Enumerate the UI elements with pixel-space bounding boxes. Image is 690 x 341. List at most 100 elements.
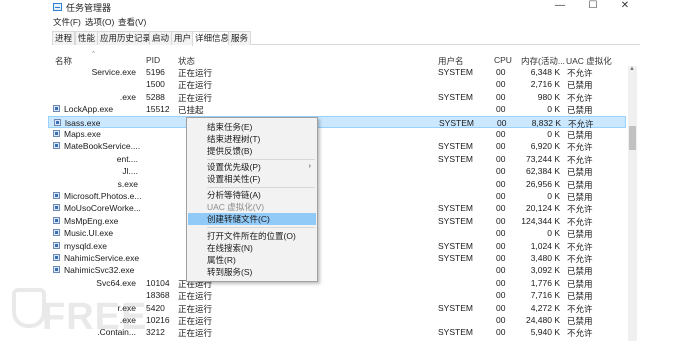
cell-memory: 62,384 K <box>525 166 560 177</box>
maximize-button[interactable]: ☐ <box>580 0 606 13</box>
menu-uac-virtualization: UAC 虚拟化(V) <box>207 202 265 212</box>
table-row[interactable]: Microsoft.Photos.e... 00 0 K 已禁用 <box>48 190 626 202</box>
close-button[interactable]: ✕ <box>612 0 638 13</box>
menu-separator <box>207 159 315 160</box>
cell-memory: 20,124 K <box>525 203 560 214</box>
menu-search-online[interactable]: 在线搜索(N) <box>188 242 316 254</box>
table-row[interactable]: .exe 5288 正在运行 SYSTEM 00 980 K 不允许 <box>48 91 626 103</box>
cell-memory: 0 K <box>547 129 560 139</box>
cell-name: MoUsoCoreWorke... <box>64 203 141 214</box>
table-row[interactable]: Music.UI.exe 00 0 K 已禁用 <box>48 227 626 239</box>
menu-provide-feedback[interactable]: 提供反馈(B) <box>188 145 316 157</box>
cell-cpu: 00 <box>496 67 506 77</box>
tab-app-history[interactable]: 应用历史记录 <box>97 31 155 45</box>
cell-memory: 6,920 K <box>530 141 560 152</box>
menu-set-priority[interactable]: 设置优先级(P) › <box>188 161 316 173</box>
table-row[interactable]: 1500 正在运行 00 2,716 K 已禁用 <box>48 78 626 90</box>
cell-cpu: 00 <box>496 215 506 226</box>
cell-pid: 15512 <box>146 104 170 115</box>
tab-performance[interactable]: 性能 <box>75 31 99 45</box>
cell-status: 正在运行 <box>178 68 213 78</box>
context-menu: 结束任务(E) 结束进程树(T) 提供反馈(B) 设置优先级(P) › 设置相关… <box>186 117 318 282</box>
column-cpu[interactable]: CPU <box>494 55 512 65</box>
menu-separator <box>207 187 315 188</box>
cell-uac: 已禁用 <box>567 278 593 289</box>
menu-set-affinity[interactable]: 设置相关性(F) <box>188 173 316 185</box>
menu-options[interactable]: 选项(O) <box>85 16 114 28</box>
cell-cpu: 00 <box>496 290 506 301</box>
cell-cpu: 00 <box>496 153 506 164</box>
cell-pid: 5420 <box>146 302 165 313</box>
cell-cpu: 00 <box>496 104 506 115</box>
scrollbar-thumb[interactable] <box>629 126 636 150</box>
cell-cpu: 00 <box>496 191 506 201</box>
table-row[interactable]: LockApp.exe 15512 已挂起 00 0 K 已禁用 <box>48 103 626 115</box>
menu-create-dump-file[interactable]: 创建转储文件(C) <box>188 213 316 225</box>
cell-uac: 不允许 <box>567 328 593 339</box>
cell-pid: 10104 <box>146 277 170 288</box>
table-row[interactable]: NahimicSvc32.exe 00 3,092 K 已禁用 <box>48 264 626 276</box>
menu-open-file-location[interactable]: 打开文件所在的位置(O) <box>188 230 316 242</box>
scroll-up-icon[interactable]: ▲ <box>629 66 635 72</box>
cell-memory: 0 K <box>547 104 560 115</box>
cell-memory: 8,832 K <box>531 117 561 128</box>
cell-uac: 已禁用 <box>567 291 593 302</box>
cell-name: MsMpEng.exe <box>64 215 119 226</box>
cell-username: SYSTEM <box>438 203 473 214</box>
menu-end-task[interactable]: 结束任务(E) <box>188 121 316 133</box>
cell-uac: 不允许 <box>567 92 593 103</box>
cell-status: 正在运行 <box>178 291 213 302</box>
vertical-scrollbar[interactable]: ▲ <box>628 66 637 341</box>
cell-uac: 已禁用 <box>567 179 593 190</box>
cell-username: SYSTEM <box>438 240 473 251</box>
cell-uac: 不允许 <box>567 303 593 314</box>
cell-cpu: 00 <box>496 91 506 102</box>
table-row[interactable]: Maps.exe 00 0 K 已禁用 <box>48 128 626 140</box>
column-pid[interactable]: PID <box>146 55 160 65</box>
table-row[interactable]: s.exe 00 26,956 K 已禁用 <box>48 178 626 190</box>
shield-icon <box>12 288 46 328</box>
table-row[interactable]: Jl.... 00 62,384 K 已禁用 <box>48 165 626 177</box>
cell-name: .exe <box>119 91 136 102</box>
cell-pid: 10216 <box>146 315 170 325</box>
cell-memory: 24,480 K <box>525 315 560 325</box>
tab-details[interactable]: 详细信息 <box>192 31 233 46</box>
table-row[interactable]: MoUsoCoreWorke... SYSTEM 00 20,124 K 不允许 <box>48 202 626 214</box>
watermark-logo: FREE <box>12 284 146 338</box>
table-row[interactable]: Service.exe 5196 正在运行 SYSTEM 00 6,348 K 不允许 <box>48 66 626 78</box>
cell-uac: 已禁用 <box>567 105 593 116</box>
cell-memory: 26,956 K <box>525 178 560 189</box>
table-row[interactable]: MsMpEng.exe SYSTEM 00 124,344 K 不允许 <box>48 215 626 227</box>
tab-users[interactable]: 用户 <box>171 31 195 45</box>
process-icon <box>53 105 60 113</box>
menu-go-to-services[interactable]: 转到服务(S) <box>188 266 316 278</box>
menu-view[interactable]: 查看(V) <box>118 16 146 28</box>
process-icon <box>53 130 60 137</box>
table-row[interactable]: NahimicService.exe SYSTEM 00 3,480 K 不允许 <box>48 252 626 264</box>
menu-end-process-tree[interactable]: 结束进程树(T) <box>188 133 316 145</box>
table-row[interactable]: MateBookService.... SYSTEM 00 6,920 K 不允许 <box>48 140 626 152</box>
cell-uac: 已禁用 <box>567 266 593 277</box>
cell-cpu: 00 <box>496 265 506 276</box>
submenu-arrow-icon: › <box>308 163 311 170</box>
cell-pid: 5288 <box>146 91 165 102</box>
menu-separator <box>207 227 315 228</box>
tab-services[interactable]: 服务 <box>228 31 252 45</box>
table-row[interactable]: mysqld.exe SYSTEM 00 1,024 K 不允许 <box>48 240 626 252</box>
tab-startup[interactable]: 启动 <box>149 31 173 45</box>
cell-cpu: 00 <box>496 228 506 239</box>
menu-file[interactable]: 文件(F) <box>53 16 81 28</box>
cell-pid: 18368 <box>146 290 170 301</box>
cell-cpu: 00 <box>496 178 506 189</box>
tab-processes[interactable]: 进程 <box>52 31 76 45</box>
table-row[interactable]: lsass.exe SYSTEM 00 8,832 K 不允许 <box>48 115 626 129</box>
window-title: 任务管理器 <box>66 3 112 13</box>
menu-properties[interactable]: 属性(R) <box>188 254 316 266</box>
table-row[interactable]: ent.... SYSTEM 00 73,244 K 不允许 <box>48 153 626 165</box>
cell-uac: 不允许 <box>567 216 593 227</box>
cell-name: s.exe <box>117 178 138 189</box>
cell-memory: 980 K <box>537 91 560 102</box>
minimize-button[interactable]: — <box>547 0 573 13</box>
cell-cpu: 00 <box>496 253 506 263</box>
menu-analyze-wait-chain[interactable]: 分析等待链(A) <box>188 189 316 201</box>
